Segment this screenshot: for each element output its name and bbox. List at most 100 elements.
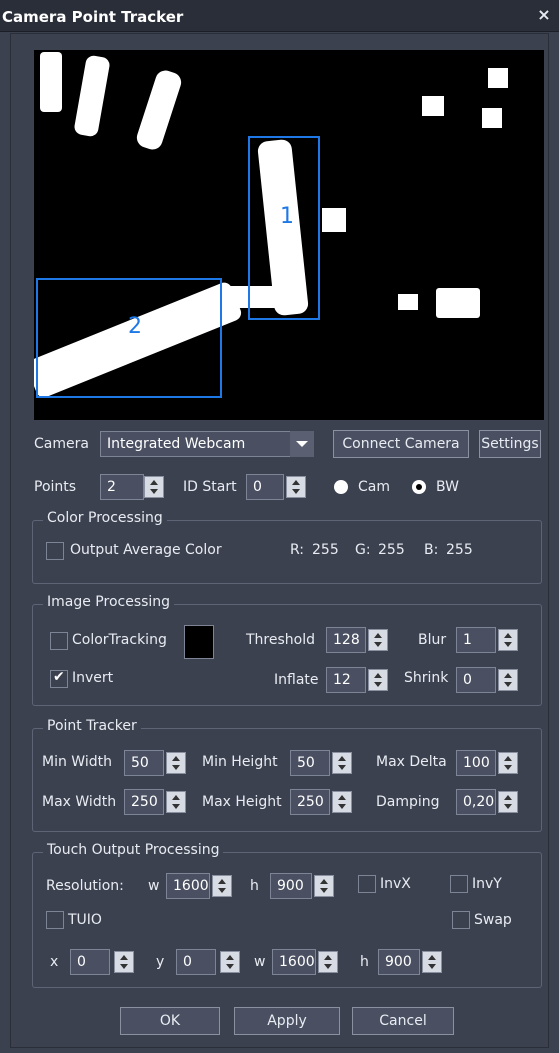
swap-label: Swap xyxy=(474,912,512,928)
res-w-label: w xyxy=(148,878,160,894)
damping-label: Damping xyxy=(376,794,440,810)
points-input[interactable]: 2 xyxy=(100,474,144,500)
res-w-stepper[interactable] xyxy=(212,875,232,897)
apply-button[interactable]: Apply xyxy=(234,1007,340,1035)
min-width-label: Min Width xyxy=(42,754,112,770)
w-label: w xyxy=(254,954,266,970)
swap-checkbox[interactable] xyxy=(452,911,470,929)
res-h-input[interactable]: 900 xyxy=(270,873,312,899)
tracked-id-1: 1 xyxy=(280,204,294,229)
preview-blob xyxy=(482,108,502,128)
g-value: 255 xyxy=(378,542,405,558)
threshold-input[interactable]: 128 xyxy=(326,627,366,653)
camera-preview: 1 2 xyxy=(34,50,544,420)
window-title: Camera Point Tracker xyxy=(2,8,184,26)
max-height-label: Max Height xyxy=(202,794,282,810)
id-start-stepper[interactable] xyxy=(286,476,306,498)
output-average-color-label: Output Average Color xyxy=(70,542,222,558)
y-input[interactable]: 0 xyxy=(176,949,216,975)
threshold-label: Threshold xyxy=(246,632,315,648)
x-stepper[interactable] xyxy=(114,951,134,973)
h-label: h xyxy=(360,954,369,970)
preview-blob xyxy=(73,54,111,138)
cancel-button[interactable]: Cancel xyxy=(352,1007,454,1035)
camera-select[interactable]: Integrated Webcam xyxy=(100,431,314,457)
res-w-input[interactable]: 1600 xyxy=(166,873,210,899)
blur-label: Blur xyxy=(418,632,447,648)
h-stepper[interactable] xyxy=(422,951,442,973)
threshold-stepper[interactable] xyxy=(368,629,388,651)
id-start-input[interactable]: 0 xyxy=(246,474,284,500)
h-input[interactable]: 900 xyxy=(378,949,420,975)
mode-bw-label: BW xyxy=(436,479,459,495)
y-stepper[interactable] xyxy=(220,951,240,973)
damping-input[interactable]: 0,20 xyxy=(456,789,496,815)
max-delta-input[interactable]: 100 xyxy=(456,750,496,776)
mode-bw-radio[interactable] xyxy=(412,480,426,494)
invert-label: Invert xyxy=(72,670,114,686)
output-average-color-checkbox[interactable] xyxy=(46,542,64,560)
min-width-input[interactable]: 50 xyxy=(124,750,164,776)
res-h-stepper[interactable] xyxy=(314,875,334,897)
max-width-label: Max Width xyxy=(42,794,117,810)
shrink-label: Shrink xyxy=(404,670,449,686)
tracked-id-2: 2 xyxy=(128,314,142,339)
settings-button[interactable]: Settings xyxy=(479,430,541,458)
max-height-stepper[interactable] xyxy=(332,791,352,813)
shrink-stepper[interactable] xyxy=(498,669,518,691)
b-label: B: xyxy=(424,542,439,558)
colortracking-label: ColorTracking xyxy=(72,632,167,648)
preview-blob xyxy=(398,294,418,310)
mode-cam-label: Cam xyxy=(358,479,390,495)
inflate-input[interactable]: 12 xyxy=(326,667,366,693)
preview-blob xyxy=(322,208,346,232)
max-delta-stepper[interactable] xyxy=(498,752,518,774)
x-label: x xyxy=(50,954,59,970)
damping-stepper[interactable] xyxy=(498,791,518,813)
touch-output-title: Touch Output Processing xyxy=(43,842,224,858)
r-value: 255 xyxy=(312,542,339,558)
camera-label: Camera xyxy=(34,436,89,452)
image-processing-title: Image Processing xyxy=(43,594,175,610)
invert-checkbox[interactable] xyxy=(50,669,68,688)
preview-blob xyxy=(134,67,184,153)
invx-label: InvX xyxy=(380,876,411,892)
res-h-label: h xyxy=(250,878,259,894)
y-label: y xyxy=(156,954,165,970)
connect-camera-button[interactable]: Connect Camera xyxy=(333,430,469,458)
invy-checkbox[interactable] xyxy=(450,875,468,893)
w-stepper[interactable] xyxy=(318,951,338,973)
points-stepper[interactable] xyxy=(144,476,164,498)
min-width-stepper[interactable] xyxy=(166,752,186,774)
invx-checkbox[interactable] xyxy=(358,875,376,893)
colortracking-checkbox[interactable] xyxy=(50,632,68,650)
id-start-label: ID Start xyxy=(183,479,237,495)
max-width-stepper[interactable] xyxy=(166,791,186,813)
blur-stepper[interactable] xyxy=(498,629,518,651)
mode-cam-radio[interactable] xyxy=(334,480,348,494)
tracking-color-swatch[interactable] xyxy=(184,625,214,659)
min-height-input[interactable]: 50 xyxy=(290,750,330,776)
w-input[interactable]: 1600 xyxy=(272,949,316,975)
min-height-label: Min Height xyxy=(202,754,278,770)
x-input[interactable]: 0 xyxy=(70,949,110,975)
blur-input[interactable]: 1 xyxy=(456,627,496,653)
max-height-input[interactable]: 250 xyxy=(290,789,330,815)
preview-blob xyxy=(488,68,508,88)
point-tracker-title: Point Tracker xyxy=(43,718,141,734)
chevron-down-icon[interactable] xyxy=(290,431,314,457)
shrink-input[interactable]: 0 xyxy=(456,667,496,693)
g-label: G: xyxy=(355,542,371,558)
close-icon[interactable]: × xyxy=(534,5,554,25)
inflate-stepper[interactable] xyxy=(368,669,388,691)
min-height-stepper[interactable] xyxy=(332,752,352,774)
max-width-input[interactable]: 250 xyxy=(124,789,164,815)
max-delta-label: Max Delta xyxy=(376,754,447,770)
preview-blob xyxy=(40,52,62,112)
preview-blob xyxy=(422,96,444,116)
ok-button[interactable]: OK xyxy=(120,1007,220,1035)
inflate-label: Inflate xyxy=(274,672,319,688)
tuio-checkbox[interactable] xyxy=(46,911,64,929)
points-label: Points xyxy=(34,479,77,495)
invy-label: InvY xyxy=(472,876,502,892)
